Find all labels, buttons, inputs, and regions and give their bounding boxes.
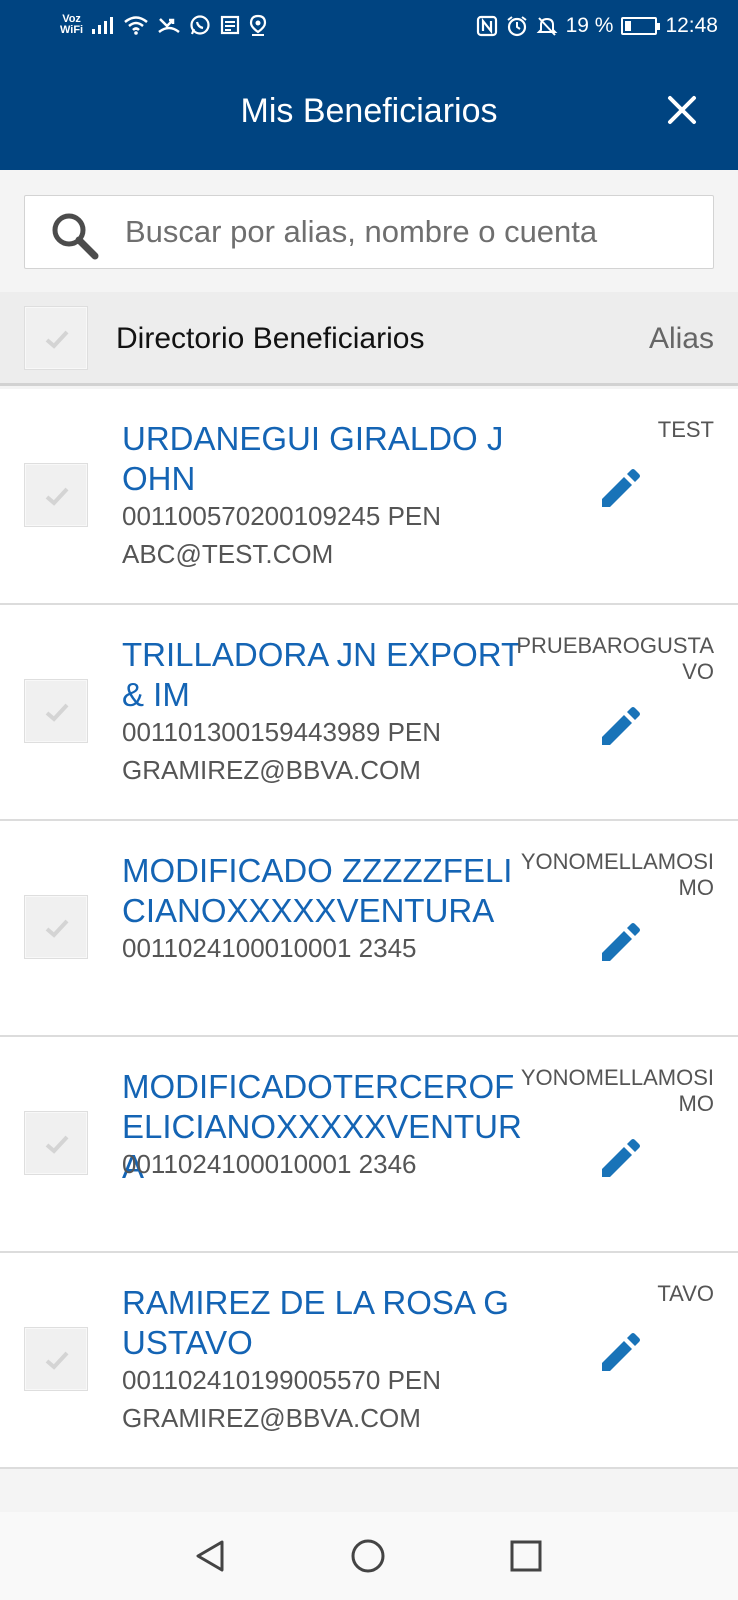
home-button[interactable] <box>348 1536 388 1576</box>
select-all-checkbox[interactable] <box>24 306 88 370</box>
pencil-icon <box>602 707 640 745</box>
beneficiary-name: MODIFICADO ZZZZZFELICIANOXXXXXVENTURA <box>122 852 513 929</box>
mute-icon <box>536 15 558 37</box>
status-right: 19 % 12:48 <box>476 14 718 38</box>
check-icon <box>45 330 69 349</box>
pencil-icon <box>602 923 640 961</box>
check-icon <box>45 1135 69 1154</box>
edit-button[interactable] <box>596 703 644 751</box>
beneficiary-checkbox[interactable] <box>24 463 88 527</box>
check-icon <box>45 703 69 722</box>
search-icon <box>52 213 99 260</box>
beneficiary-name: RAMIREZ DE LA ROSA GUSTAVO <box>122 1284 509 1361</box>
edit-button[interactable] <box>596 1135 644 1183</box>
beneficiary-email: ABC@TEST.COM <box>122 539 334 569</box>
pencil-icon <box>602 1333 640 1371</box>
beneficiary-alias: TEST <box>657 417 714 442</box>
edit-button[interactable] <box>596 465 644 513</box>
wifi-icon <box>123 15 149 35</box>
status-bar: Voz WiFi 19 % 12:48 <box>0 0 738 56</box>
edit-button[interactable] <box>596 919 644 967</box>
location-icon <box>249 14 267 36</box>
alarm-icon <box>506 15 528 37</box>
beneficiary-alias: TAVO <box>657 1281 714 1306</box>
whatsapp-icon <box>189 14 211 36</box>
beneficiary-email: GRAMIREZ@BBVA.COM <box>122 1403 421 1433</box>
nfc-icon <box>476 15 498 37</box>
list-item[interactable]: URDANEGUI GIRALDO JOHN 00110057020010924… <box>0 389 738 605</box>
missed-call-icon <box>157 15 181 35</box>
beneficiary-checkbox[interactable] <box>24 1327 88 1391</box>
pencil-icon <box>602 469 640 507</box>
beneficiary-alias: YONOMELLAMOSIMO <box>520 849 714 900</box>
home-circle-icon <box>351 1539 385 1573</box>
check-icon <box>45 1351 69 1370</box>
check-icon <box>45 487 69 506</box>
beneficiary-checkbox[interactable] <box>24 895 88 959</box>
beneficiary-account: 001100570200109245 PEN <box>122 501 442 531</box>
beneficiary-name: TRILLADORA JN EXPORT& IM <box>122 636 522 713</box>
list-item[interactable]: RAMIREZ DE LA ROSA GUSTAVO 0011024101990… <box>0 1253 738 1469</box>
search-section <box>0 170 738 292</box>
search-input[interactable] <box>125 196 705 268</box>
app-bar: Voz WiFi 19 % 12:48 Mis Beneficiarios <box>0 0 738 170</box>
search-box[interactable] <box>24 195 714 269</box>
beneficiary-checkbox[interactable] <box>24 679 88 743</box>
check-icon <box>45 919 69 938</box>
alias-column-label: Alias <box>648 322 714 355</box>
list-item[interactable]: MODIFICADO ZZZZZFELICIANOXXXXXVENTURA 00… <box>0 821 738 1037</box>
pencil-icon <box>602 1139 640 1177</box>
beneficiary-alias: YONOMELLAMOSIMO <box>520 1065 714 1116</box>
voz-wifi-indicator: Voz WiFi <box>60 14 83 36</box>
signal-icon <box>91 15 115 35</box>
beneficiary-list: URDANEGUI GIRALDO JOHN 00110057020010924… <box>0 389 738 1469</box>
system-nav-bar <box>0 1512 738 1600</box>
beneficiary-account: 001102410199005570 PEN <box>122 1365 442 1395</box>
directory-header: Directorio Beneficiarios Alias <box>0 292 738 386</box>
beneficiary-account: 0011024100010001 2345 <box>122 933 417 963</box>
recents-square-icon <box>510 1540 542 1572</box>
edit-button[interactable] <box>596 1329 644 1377</box>
beneficiary-account: 0011024100010001 2346 <box>122 1149 417 1179</box>
back-button[interactable] <box>190 1536 230 1576</box>
news-icon <box>219 14 241 36</box>
beneficiary-account: 001101300159443989 PEN <box>122 717 442 747</box>
page-title: Mis Beneficiarios <box>240 92 498 130</box>
directory-title: Directorio Beneficiarios <box>116 322 425 355</box>
beneficiary-alias: PRUEBAROGUSTAVO <box>516 633 714 684</box>
battery-icon <box>621 17 661 35</box>
close-button[interactable] <box>664 92 700 128</box>
back-triangle-icon <box>196 1540 224 1572</box>
recents-button[interactable] <box>506 1536 546 1576</box>
beneficiary-email: GRAMIREZ@BBVA.COM <box>122 755 421 785</box>
close-icon <box>668 96 696 124</box>
list-item[interactable]: MODIFICADOTERCEROFELICIANOXXXXXVENTURA 0… <box>0 1037 738 1253</box>
list-item[interactable]: TRILLADORA JN EXPORT& IM 001101300159443… <box>0 605 738 821</box>
beneficiary-name: URDANEGUI GIRALDO JOHN <box>122 420 504 497</box>
beneficiary-checkbox[interactable] <box>24 1111 88 1175</box>
battery-percent: 19 % <box>565 14 614 37</box>
wifi-label: WiFi <box>60 24 84 36</box>
clock: 12:48 <box>665 14 718 37</box>
status-left: Voz WiFi <box>60 14 267 36</box>
